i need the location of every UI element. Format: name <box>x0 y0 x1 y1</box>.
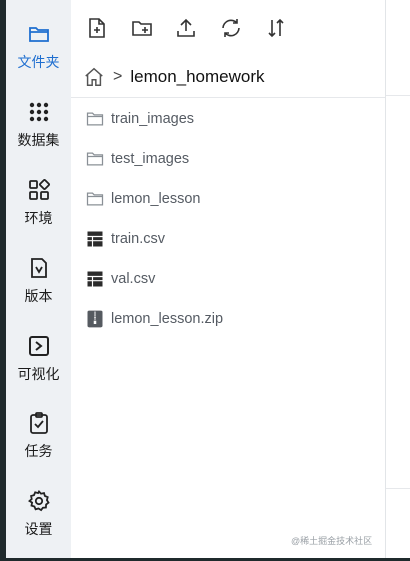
sidebar-item-label: 版本 <box>24 288 53 304</box>
sidebar-item-label: 可视化 <box>17 366 60 382</box>
sidebar-item-dataset[interactable]: 数据集 <box>6 100 71 172</box>
divider <box>386 95 410 96</box>
sidebar-item-label: 设置 <box>24 521 53 537</box>
sidebar-item-version[interactable]: 版本 <box>6 256 71 328</box>
file-row[interactable]: test_images <box>85 144 375 174</box>
file-row[interactable]: lemon_lesson.zip <box>85 304 375 334</box>
file-row[interactable]: train_images <box>85 104 375 134</box>
csv-file-icon <box>87 231 103 247</box>
sort-button[interactable] <box>264 16 288 40</box>
sidebar-item-label: 数据集 <box>17 132 60 148</box>
dataset-icon <box>29 102 48 122</box>
file-name: test_images <box>111 151 190 167</box>
breadcrumb-current[interactable]: lemon_homework <box>130 67 264 87</box>
sidebar: 文件夹 数据集 环境 版本 可视化 任务 设置 <box>6 0 71 558</box>
refresh-button[interactable] <box>219 16 243 40</box>
home-icon[interactable] <box>83 66 105 88</box>
sidebar-item-label: 任务 <box>24 443 53 459</box>
new-file-icon <box>89 18 105 38</box>
version-icon <box>30 258 47 278</box>
breadcrumb-separator: > <box>113 68 123 85</box>
visualization-icon <box>28 336 49 356</box>
sidebar-item-label: 文件夹 <box>17 54 60 70</box>
file-name: lemon_lesson.zip <box>111 311 224 327</box>
divider <box>71 97 385 98</box>
file-name: val.csv <box>111 271 156 287</box>
file-row[interactable]: lemon_lesson <box>85 184 375 214</box>
task-icon <box>29 412 48 434</box>
sidebar-item-environment[interactable]: 环境 <box>6 178 71 250</box>
gear-icon <box>27 489 50 512</box>
file-browser: > lemon_homework train_images test_image… <box>71 0 385 558</box>
file-row[interactable]: train.csv <box>85 224 375 254</box>
sidebar-item-settings[interactable]: 设置 <box>6 489 71 561</box>
sidebar-item-folder[interactable]: 文件夹 <box>6 22 71 94</box>
folder-icon <box>28 27 49 42</box>
new-folder-icon <box>132 21 152 36</box>
sidebar-item-visualization[interactable]: 可视化 <box>6 334 71 406</box>
sidebar-item-task[interactable]: 任务 <box>6 411 71 483</box>
toolbar <box>71 0 385 60</box>
new-folder-button[interactable] <box>130 16 154 40</box>
file-name: lemon_lesson <box>111 191 201 207</box>
file-row[interactable]: val.csv <box>85 264 375 294</box>
refresh-icon <box>222 19 240 37</box>
divider <box>386 488 410 489</box>
folder-icon <box>86 192 104 206</box>
environment-icon <box>28 179 50 200</box>
watermark: @稀土掘金技术社区 <box>291 536 373 546</box>
breadcrumb: > lemon_homework <box>83 64 265 90</box>
folder-icon <box>86 152 104 166</box>
folder-icon <box>86 112 104 126</box>
csv-file-icon <box>87 271 103 287</box>
right-panel: @稀土掘金技术社区 <box>291 0 410 558</box>
zip-file-icon <box>87 310 103 328</box>
new-file-button[interactable] <box>85 16 109 40</box>
sort-icon <box>268 18 284 38</box>
file-name: train_images <box>111 111 195 127</box>
upload-button[interactable] <box>174 16 198 40</box>
app-window: 文件夹 数据集 环境 版本 可视化 任务 设置 > lemon_homework… <box>0 0 410 558</box>
sidebar-item-label: 环境 <box>24 210 53 226</box>
upload-icon <box>177 18 195 37</box>
file-name: train.csv <box>111 231 165 247</box>
